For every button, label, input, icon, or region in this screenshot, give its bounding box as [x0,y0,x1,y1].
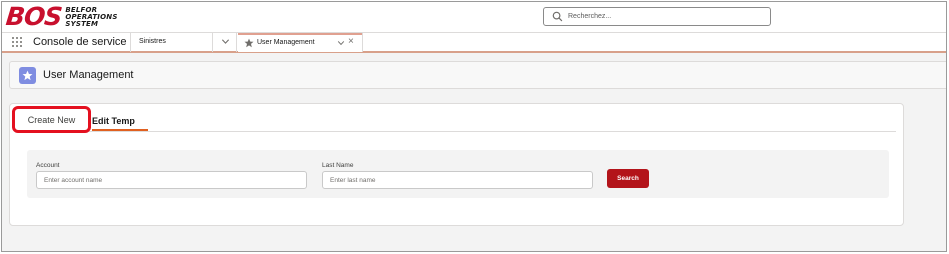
star-icon [22,70,33,81]
app-navigation-bar: Console de service Sinistres User Manage… [2,32,946,53]
last-name-input[interactable]: Enter last name [322,171,593,189]
search-button[interactable]: Search [607,169,649,188]
close-icon[interactable]: × [348,37,354,47]
nav-divider [236,33,237,52]
search-filter-panel: Account Enter account name Last Name Ent… [27,150,889,198]
star-icon [244,38,254,48]
account-placeholder: Enter account name [44,176,103,184]
page-title: User Management [43,69,134,81]
nav-divider [130,33,131,52]
search-placeholder: Recherchez... [568,13,612,20]
page-header: User Management [9,61,946,89]
nav-divider [212,33,213,52]
app-window: BOS BELFOR OPERATIONS SYSTEM Recherchez.… [1,1,947,252]
tab-create-new[interactable]: Create New [12,106,91,133]
chevron-down-icon[interactable] [337,39,345,47]
page-icon [19,67,36,84]
last-name-placeholder: Enter last name [330,176,376,184]
user-management-card: Create New Edit Temp Account Enter accou… [9,103,904,226]
nav-divider [362,33,363,52]
tab-create-new-label: Create New [27,114,76,125]
logo-line-3: SYSTEM [65,19,99,28]
tabs-divider [18,131,896,132]
chevron-down-icon[interactable] [221,37,230,46]
app-launcher-icon[interactable] [12,37,24,49]
logo-text: BELFOR OPERATIONS SYSTEM [65,6,117,28]
global-header: BOS BELFOR OPERATIONS SYSTEM Recherchez.… [2,2,946,32]
belfor-logo[interactable]: BOS BELFOR OPERATIONS SYSTEM [4,2,118,31]
global-search-input[interactable]: Recherchez... [543,7,771,26]
last-name-label: Last Name [322,162,354,169]
workspace-tab-user-management[interactable]: User Management × [238,33,362,52]
logo-mark: BOS [4,2,63,31]
workspace-tab-label: User Management [257,39,315,46]
active-tab-indicator [92,129,148,131]
search-icon [552,11,563,22]
tab-edit-temp[interactable]: Edit Temp [92,116,135,126]
account-label: Account [36,162,60,169]
account-input[interactable]: Enter account name [36,171,307,189]
app-name: Console de service [33,36,127,48]
nav-item-sinistres[interactable]: Sinistres [139,38,166,45]
